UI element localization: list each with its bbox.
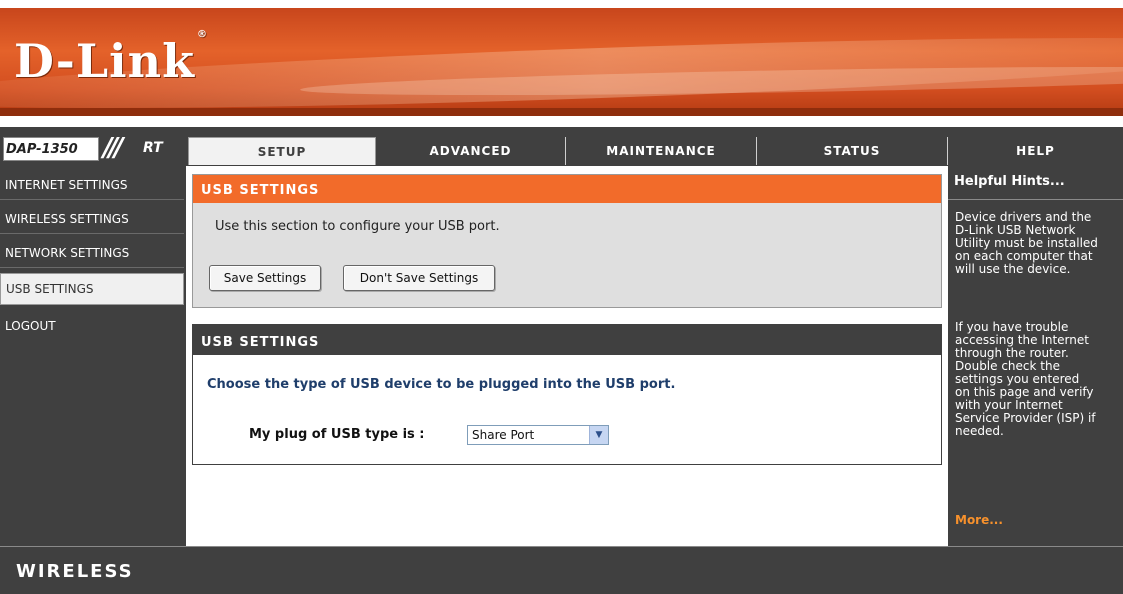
sidebar-item-network-settings[interactable]: NETWORK SETTINGS	[0, 238, 184, 268]
usb-section-title: USB SETTINGS	[193, 325, 941, 355]
tab-setup[interactable]: SETUP	[188, 137, 376, 165]
usb-settings-section: USB SETTINGS Choose the type of USB devi…	[192, 324, 942, 465]
top-navigation: DAP-1350 /// RT SETUP ADVANCED MAINTENAN…	[0, 127, 1123, 166]
sidebar-item-usb-settings[interactable]: USB SETTINGS	[0, 273, 184, 305]
main-content: USB SETTINGS Use this section to configu…	[186, 166, 948, 546]
usb-type-label: My plug of USB type is :	[249, 427, 425, 442]
chevron-down-icon[interactable]: ▼	[589, 426, 608, 444]
save-settings-button[interactable]: Save Settings	[209, 265, 321, 291]
usb-type-select[interactable]: Share Port ▼	[467, 425, 609, 445]
usb-type-value: Share Port	[472, 428, 535, 442]
tab-status[interactable]: STATUS	[757, 137, 948, 165]
help-divider	[948, 199, 1123, 200]
footer-wireless-text: WIRELESS	[16, 561, 134, 582]
usb-instruction: Choose the type of USB device to be plug…	[207, 377, 676, 392]
model-mode: RT	[143, 140, 163, 156]
router-admin-page: D-Link ® DAP-1350 /// RT SETUP ADVANCED M…	[0, 0, 1123, 594]
dlink-logo: D-Link ®	[14, 28, 208, 88]
sidebar-item-logout[interactable]: LOGOUT	[0, 311, 184, 341]
banner-bottom-bar	[0, 108, 1123, 116]
help-more-link[interactable]: More...	[955, 513, 1003, 527]
help-paragraph-drivers: Device drivers and the D-Link USB Networ…	[955, 210, 1098, 276]
tab-maintenance[interactable]: MAINTENANCE	[566, 137, 757, 165]
intro-section-title: USB SETTINGS	[193, 175, 941, 203]
tab-help[interactable]: HELP	[948, 137, 1123, 165]
intro-description: Use this section to configure your USB p…	[215, 219, 500, 234]
dont-save-settings-button[interactable]: Don't Save Settings	[343, 265, 495, 291]
help-paragraph-trouble: If you have trouble accessing the Intern…	[955, 320, 1096, 438]
model-name: DAP-1350	[3, 137, 99, 161]
sidebar-item-wireless-settings[interactable]: WIRELESS SETTINGS	[0, 204, 184, 234]
sidebar: INTERNET SETTINGS WIRELESS SETTINGS NETW…	[0, 166, 186, 546]
help-title: Helpful Hints...	[954, 174, 1065, 189]
footer: WIRELESS	[0, 546, 1123, 594]
help-panel: Helpful Hints... Device drivers and the …	[948, 166, 1123, 546]
tab-advanced[interactable]: ADVANCED	[376, 137, 566, 165]
usb-settings-intro-section: USB SETTINGS Use this section to configu…	[192, 174, 942, 308]
model-separator: ///	[103, 133, 123, 163]
model-badge: DAP-1350 /// RT	[3, 133, 181, 163]
sidebar-item-internet-settings[interactable]: INTERNET SETTINGS	[0, 170, 184, 200]
header-banner: D-Link ®	[0, 8, 1123, 116]
